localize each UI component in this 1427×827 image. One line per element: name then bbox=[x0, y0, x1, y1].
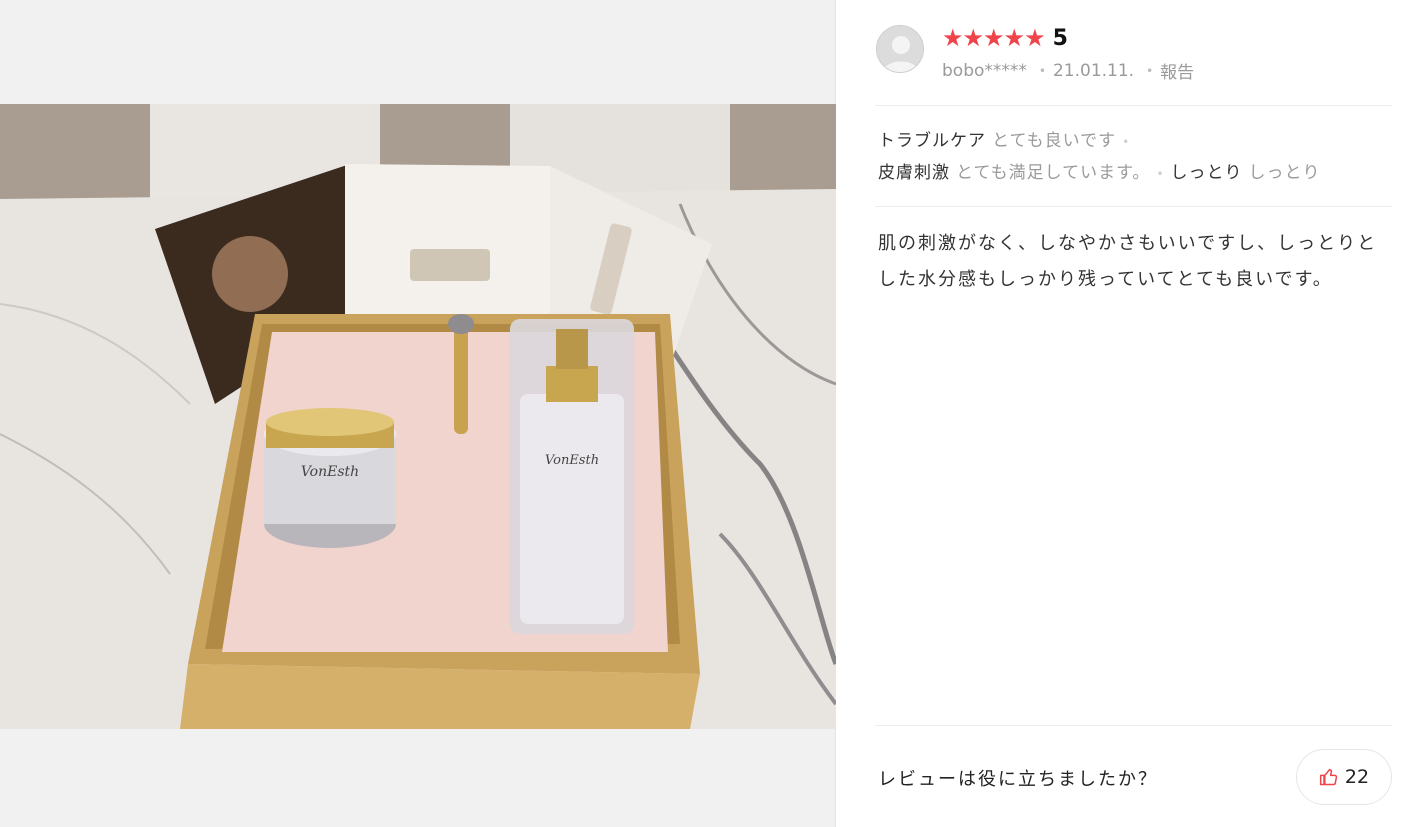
divider bbox=[875, 725, 1392, 726]
review-photo[interactable]: VonEsth VonEsth bbox=[0, 104, 836, 729]
star-icon: ★ bbox=[942, 24, 963, 52]
avatar[interactable] bbox=[876, 25, 924, 73]
star-icon: ★ bbox=[1003, 24, 1025, 52]
option-key: しっとり bbox=[1170, 163, 1243, 183]
report-link[interactable]: 報告 bbox=[1160, 58, 1194, 83]
username: bobo***** bbox=[942, 60, 1027, 81]
rating-score: 5 bbox=[1052, 25, 1068, 51]
helpful-question: レビューは役に立ちましたか？ bbox=[878, 769, 1158, 790]
star-icon: ★ bbox=[983, 24, 1004, 52]
photo-viewer: VonEsth VonEsth bbox=[0, 0, 836, 827]
rating: ★ ★ ★ ★ ★ 5 bbox=[942, 25, 1068, 51]
separator-dot: • bbox=[1146, 63, 1154, 78]
divider bbox=[875, 105, 1392, 106]
separator-dot: • bbox=[1156, 167, 1165, 181]
separator-dot: • bbox=[1038, 63, 1046, 78]
review-date: 21.01.11. bbox=[1052, 60, 1135, 81]
option-key: 皮膚刺激 bbox=[878, 163, 950, 183]
option-key: トラブルケア bbox=[878, 131, 986, 151]
review-body: 肌の刺激がなく、しなやかさもいいですし、しっとりと した水分感もしっかり残ってい… bbox=[878, 226, 1390, 298]
review-body-line: した水分感もしっかり残っていてとても良いです。 bbox=[878, 269, 1333, 290]
review-panel: ★ ★ ★ ★ ★ 5 bobo***** • 21.01.11. • 報告 ト… bbox=[837, 0, 1427, 827]
cream-brand-label: VonEsth bbox=[301, 464, 359, 480]
review-meta: bobo***** • 21.01.11. • 報告 bbox=[942, 58, 1194, 84]
divider bbox=[875, 206, 1392, 207]
star-icon: ★ bbox=[962, 24, 984, 52]
review-option-row: トラブルケア とても良いです • bbox=[878, 126, 1136, 151]
user-silhouette-icon bbox=[883, 36, 919, 72]
option-value: しっとり bbox=[1248, 163, 1321, 183]
like-button[interactable]: 22 bbox=[1296, 749, 1392, 805]
product-photo-illustration: VonEsth VonEsth bbox=[0, 104, 836, 729]
star-icon: ★ bbox=[1024, 24, 1045, 52]
thumbs-up-icon bbox=[1319, 768, 1338, 786]
separator-dot: • bbox=[1122, 135, 1131, 149]
like-count: 22 bbox=[1344, 766, 1370, 788]
serum-brand-label: VonEsth bbox=[545, 453, 599, 468]
option-value: とても良いです bbox=[992, 131, 1117, 151]
review-option-row: 皮膚刺激 とても満足しています。 • しっとり しっとり bbox=[878, 158, 1321, 183]
option-value: とても満足しています。 bbox=[956, 163, 1151, 183]
review-body-line: 肌の刺激がなく、しなやかさもいいですし、しっとりと bbox=[878, 233, 1378, 254]
